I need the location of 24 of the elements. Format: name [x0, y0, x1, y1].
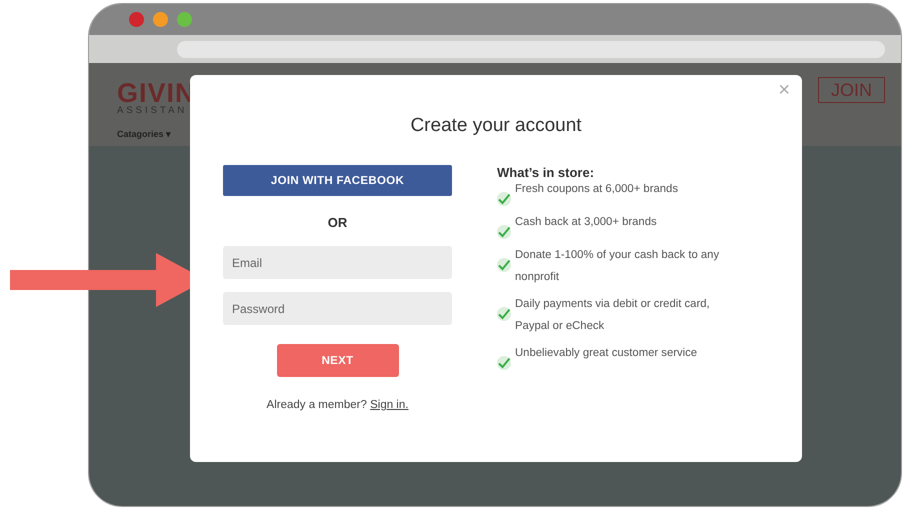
address-bar[interactable]: [177, 40, 885, 58]
window-control[interactable]: [153, 12, 168, 27]
benefit-text: Daily payments via debit or credit card, Paypal or eCheck: [515, 297, 711, 334]
check-icon: [497, 225, 511, 239]
check-icon: [497, 192, 511, 206]
window-control[interactable]: [177, 12, 192, 27]
check-icon: [497, 307, 511, 321]
signin-link[interactable]: Sign in.: [370, 399, 408, 411]
benefit-text: Fresh coupons at 6,000+ brands: [515, 182, 678, 197]
or-divider: OR: [328, 215, 348, 230]
input-field[interactable]: Password: [223, 292, 452, 325]
next-button[interactable]: NEXT: [276, 344, 398, 377]
input-field[interactable]: Email: [223, 246, 452, 279]
close-button[interactable]: ×: [778, 79, 790, 102]
check-icon: [497, 258, 511, 272]
benefits-heading: What’s in store:: [497, 165, 596, 180]
benefit-text: Donate 1-100% of your cash back to any nonprofit: [515, 248, 720, 285]
check-icon: [497, 356, 511, 370]
signin-prompt: Already a member? Sign in.: [266, 399, 408, 411]
window-control[interactable]: [129, 12, 144, 27]
facebook-button[interactable]: JOIN WITH FACEBOOK: [223, 165, 452, 196]
benefit-text: Unbelievably great customer service: [515, 346, 698, 361]
dialog-title: Create your account: [409, 115, 583, 137]
benefit-text: Cash back at 3,000+ brands: [515, 215, 657, 230]
